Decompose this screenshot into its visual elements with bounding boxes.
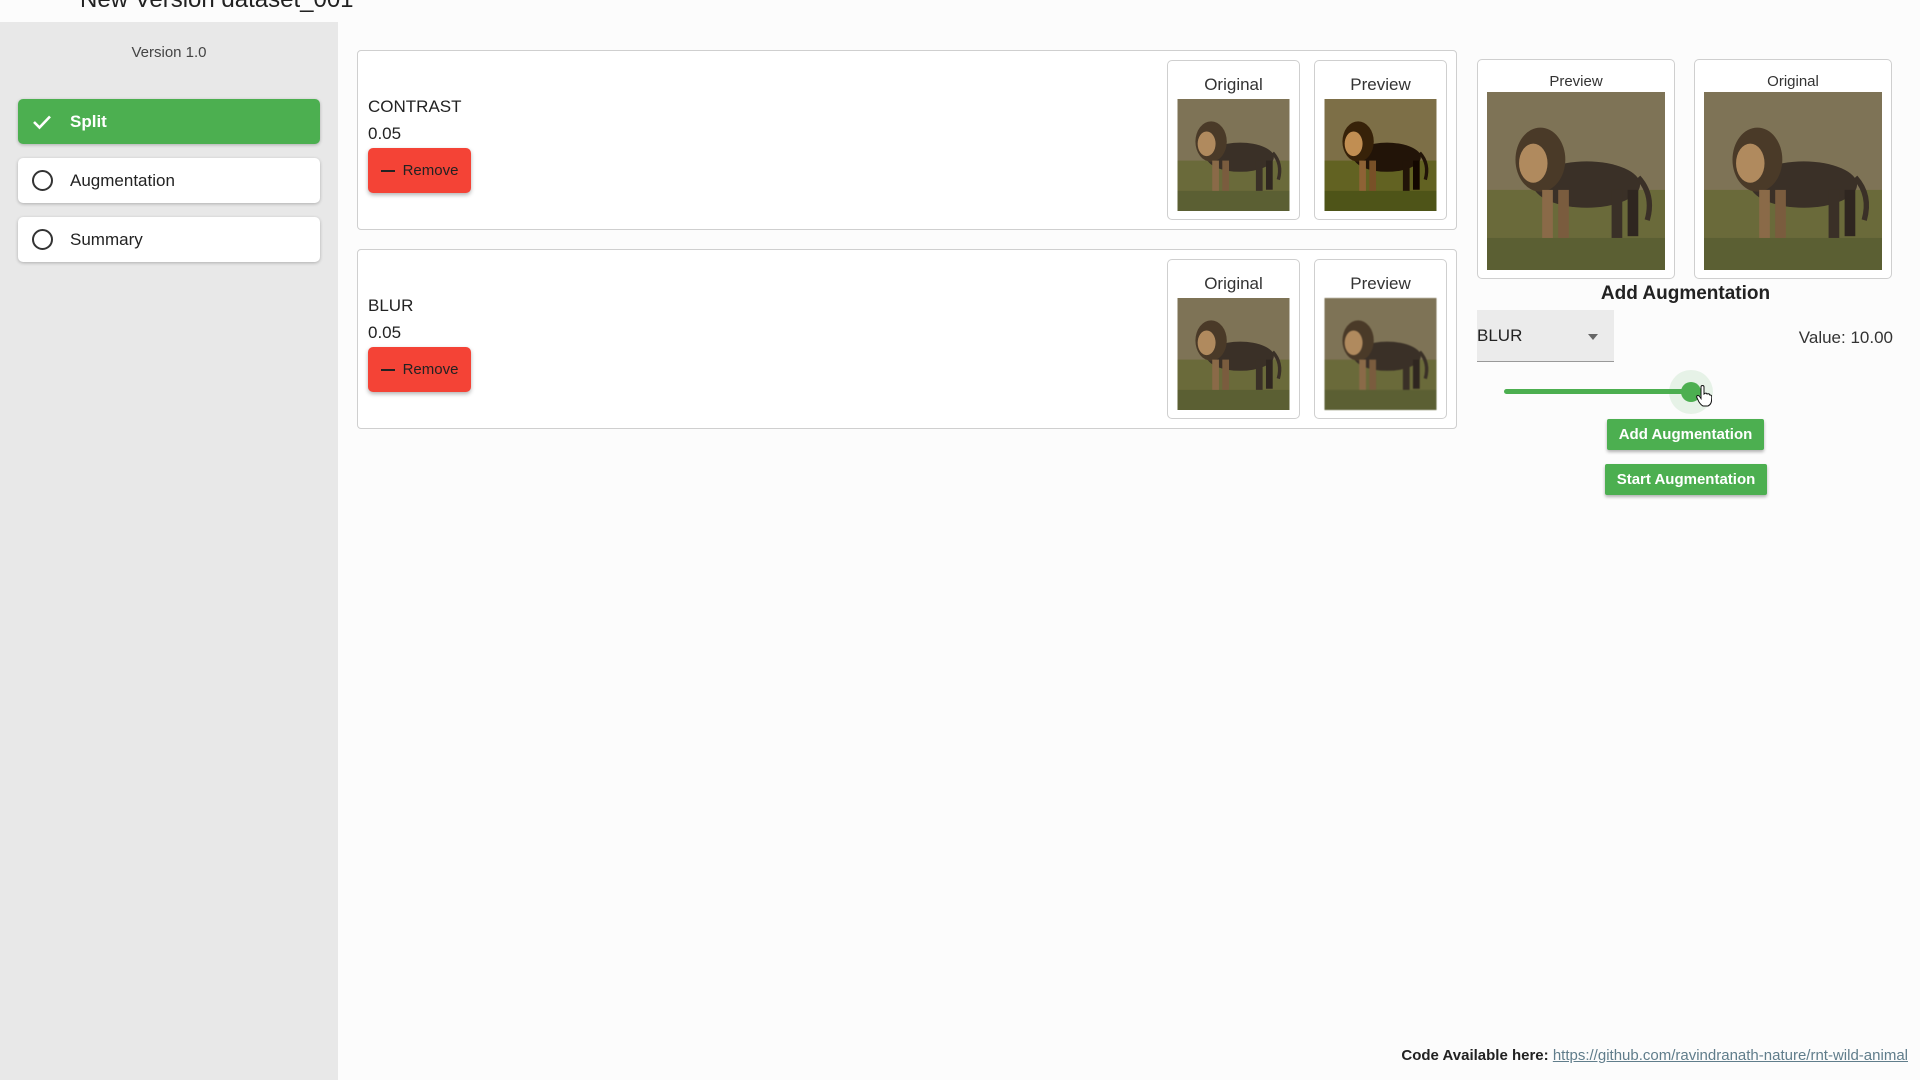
lion-image [1177,298,1290,410]
lion-image [1177,99,1290,211]
radio-icon [30,228,54,252]
slider-track [1504,389,1694,394]
add-augmentation-title: Add Augmentation [1600,283,1771,304]
sidebar: Version 1.0 Split Augmentation Summary [0,22,338,1080]
augmentation-type-select[interactable]: BLUR [1477,310,1614,362]
lion-image [1324,298,1437,410]
lion-image [1324,99,1437,211]
remove-button[interactable]: Remove [368,148,471,193]
preview-thumbnail: Preview [1314,60,1447,220]
augmentation-value: 0.05 [368,124,402,143]
thumbnail-label: Preview [1350,274,1411,293]
thumbnail-label: Original [1204,75,1263,94]
page-title: New Version dataset_001 [80,0,354,14]
augmentation-value: 0.05 [368,323,402,342]
augmentation-name: CONTRAST [368,97,462,116]
panel-image-label: Original [1767,73,1819,90]
preview-thumbnail: Preview [1314,259,1447,419]
slider-value-label: Value: 10.00 [1798,328,1893,347]
footer-label: Code Available here: [1401,1047,1549,1064]
footer: Code Available here: https://github.com/… [1401,1047,1908,1064]
step-split[interactable]: Split [18,99,320,144]
panel-preview-image: Preview [1477,59,1675,279]
remove-button[interactable]: Remove [368,347,471,392]
value-slider[interactable] [1504,370,1713,414]
start-augmentation-button[interactable]: Start Augmentation [1605,464,1767,495]
cursor-hand-icon [1696,385,1712,407]
github-link[interactable]: https://github.com/ravindranath-nature/r… [1553,1047,1908,1064]
augmentation-card: BLUR 0.05 Remove Original Preview [357,249,1457,429]
remove-label: Remove [402,361,459,378]
dropdown-caret-icon [1588,334,1598,340]
panel-original-image: Original [1694,59,1892,279]
lion-image [1487,92,1665,270]
step-label: Summary [70,229,143,249]
original-thumbnail: Original [1167,60,1300,220]
step-augmentation[interactable]: Augmentation [18,158,320,203]
step-summary[interactable]: Summary [18,217,320,262]
radio-icon [30,169,54,193]
lion-image [1704,92,1882,270]
augmentation-card: CONTRAST 0.05 Remove Original Preview [357,50,1457,230]
stepper: Split Augmentation Summary [18,99,320,262]
panel-image-label: Preview [1549,73,1603,90]
original-thumbnail: Original [1167,259,1300,419]
thumbnail-label: Original [1204,274,1263,293]
version-label: Version 1.0 [131,44,207,61]
select-value: BLUR [1477,325,1523,345]
check-icon [30,110,54,134]
step-label: Split [70,111,107,131]
add-augmentation-button[interactable]: Add Augmentation [1607,419,1764,450]
minus-icon [380,169,395,172]
remove-label: Remove [402,162,459,179]
minus-icon [380,368,395,371]
augmentation-name: BLUR [368,296,414,315]
thumbnail-label: Preview [1350,75,1411,94]
step-label: Augmentation [70,170,175,190]
